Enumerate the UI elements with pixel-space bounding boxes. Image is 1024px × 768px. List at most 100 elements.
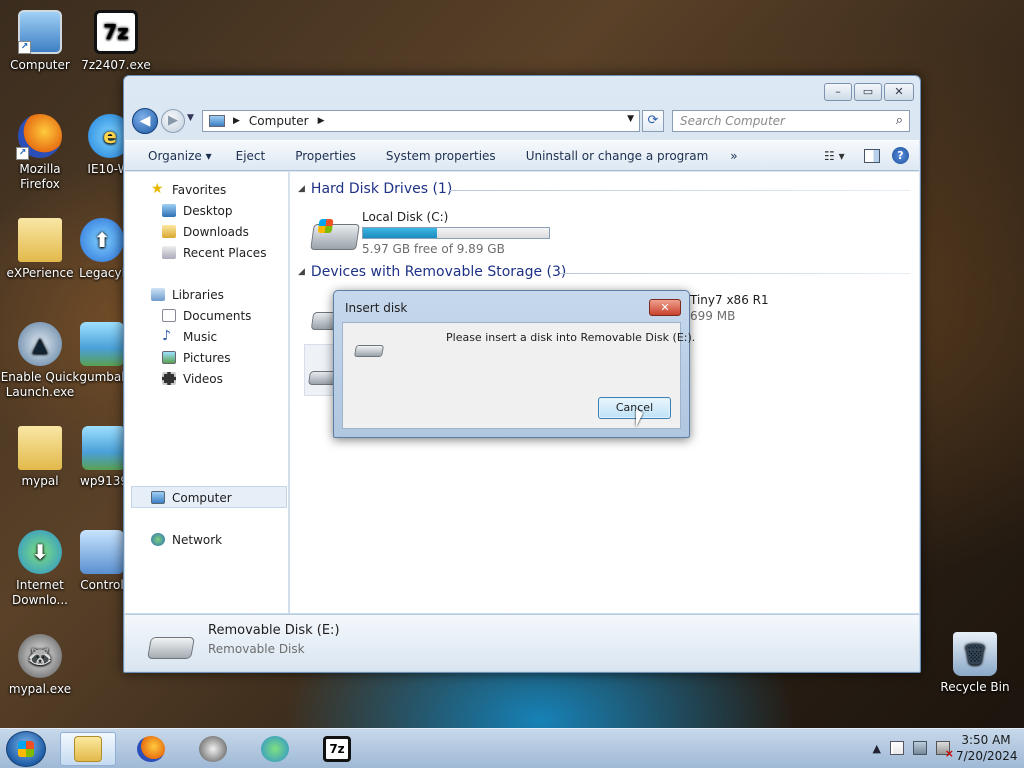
breadcrumb-computer[interactable]: Computer	[249, 114, 309, 128]
maximize-button[interactable]: ▭	[854, 83, 882, 101]
search-icon[interactable]: ⌕	[896, 113, 903, 128]
picture-icon	[82, 426, 126, 470]
computer-icon	[209, 115, 225, 127]
nav-pictures[interactable]: Pictures	[162, 348, 231, 367]
help-icon[interactable]: ?	[892, 147, 909, 164]
firefox-icon	[137, 736, 165, 762]
group-header-removable-storage[interactable]: ◢ Devices with Removable Storage (3)	[298, 264, 566, 280]
cancel-button[interactable]: Cancel	[598, 397, 671, 419]
raccoon-icon	[199, 736, 227, 762]
history-dropdown-icon[interactable]: ▼	[187, 113, 194, 123]
documents-icon	[162, 309, 176, 322]
dvd-drive-name[interactable]: Tiny7 x86 R1	[690, 293, 769, 307]
nav-videos[interactable]: Videos	[162, 369, 223, 388]
uninstall-program-button[interactable]: Uninstall or change a program	[508, 149, 721, 163]
raccoon-icon: 🦝	[18, 634, 62, 678]
organize-button[interactable]: Organize ▾	[125, 149, 224, 163]
back-arrow-icon[interactable]: ◀	[132, 108, 158, 134]
nav-recent-places[interactable]: Recent Places	[162, 243, 266, 262]
more-commands-button[interactable]: »	[720, 149, 749, 163]
dialog-body: Please insert a disk into Removable Disk…	[342, 322, 695, 429]
music-note-icon: ♪	[162, 328, 171, 344]
group-divider	[560, 273, 910, 274]
action-center-flag-icon[interactable]	[890, 741, 904, 755]
group-title: Devices with Removable Storage (3)	[310, 264, 567, 280]
nav-desktop[interactable]: Desktop	[162, 201, 233, 220]
nav-documents[interactable]: Documents	[162, 306, 251, 325]
desktop-icon-label: Computer	[10, 58, 70, 72]
system-properties-button[interactable]: System properties	[368, 149, 508, 163]
nav-favorites[interactable]: ★ Favorites	[151, 180, 226, 199]
disk-usage-bar	[362, 227, 550, 239]
desktop-icon-label: Recycle Bin	[940, 680, 1010, 694]
nav-label: Network	[172, 532, 223, 547]
control-panel-icon	[80, 530, 124, 574]
local-disk-icon[interactable]	[310, 219, 360, 250]
chevron-right-icon[interactable]: ▶	[233, 116, 240, 126]
taskbar-7zip[interactable]: 7z	[309, 732, 365, 766]
nav-label: Favorites	[172, 182, 227, 197]
desktop-icon-computer[interactable]: ↗ Computer	[0, 10, 80, 73]
taskbar-download-manager[interactable]	[247, 732, 303, 766]
group-header-hard-disk-drives[interactable]: ◢ Hard Disk Drives (1)	[298, 181, 452, 197]
removable-disk-icon	[147, 637, 195, 659]
downloads-folder-icon	[162, 225, 176, 238]
taskbar-firefox[interactable]	[123, 732, 179, 766]
network-status-icon[interactable]	[913, 741, 927, 755]
forward-arrow-icon[interactable]: ▶	[161, 109, 185, 133]
nav-music[interactable]: ♪ Music	[162, 327, 217, 346]
taskbar-explorer[interactable]	[60, 732, 116, 766]
desktop-icon-firefox[interactable]: ↗ Mozilla Firefox	[0, 114, 80, 192]
drive-free-space: 5.97 GB free of 9.89 GB	[362, 242, 505, 256]
7zip-icon: 7z	[94, 10, 138, 54]
dvd-drive-size: 699 MB	[690, 309, 736, 323]
nav-label: Recent Places	[183, 245, 267, 260]
clock-date: 7/20/2024	[956, 749, 1018, 763]
show-hidden-icons-icon[interactable]: ▲	[873, 742, 881, 755]
nav-network[interactable]: Network	[151, 530, 222, 549]
address-row: ◀ ▶ ▼ ▶ Computer ▶ ▼ ⟳ Search Computer ⌕	[130, 108, 914, 134]
collapse-triangle-icon[interactable]: ◢	[298, 184, 305, 194]
start-button[interactable]	[6, 731, 46, 767]
desktop-icon-recycle-bin[interactable]: 🗑 Recycle Bin	[935, 632, 1015, 695]
firefox-icon: ↗	[16, 114, 62, 160]
folder-icon	[74, 736, 102, 762]
desktop-icon-mypal-exe[interactable]: 🦝 mypal.exe	[0, 634, 80, 697]
refresh-icon[interactable]: ⟳	[642, 110, 664, 132]
chevron-down-icon[interactable]: ▼	[627, 114, 634, 124]
details-pane: Removable Disk (E:) Removable Disk	[125, 614, 919, 671]
chevron-right-icon[interactable]: ▶	[318, 116, 325, 126]
address-bar[interactable]: ▶ Computer ▶ ▼	[202, 110, 640, 132]
collapse-triangle-icon[interactable]: ◢	[298, 267, 305, 277]
computer-icon: ↗	[18, 10, 62, 54]
star-icon: ★	[151, 181, 164, 197]
nav-label: Documents	[183, 308, 252, 323]
desktop-icon-7zip[interactable]: 7z 7z2407.exe	[76, 10, 156, 73]
window-controls: – ▭ ✕	[824, 83, 914, 101]
nav-label: Downloads	[183, 224, 249, 239]
close-icon[interactable]: ✕	[649, 299, 681, 316]
7zip-icon: 7z	[323, 736, 351, 762]
search-input[interactable]: Search Computer ⌕	[672, 110, 910, 132]
nav-libraries[interactable]: Libraries	[151, 285, 224, 304]
nav-computer[interactable]: Computer	[151, 488, 232, 507]
navigation-pane: ★ Favorites Desktop Downloads Recent Pla…	[125, 172, 289, 613]
clock[interactable]: 3:50 AM 7/20/2024	[956, 732, 1018, 764]
taskbar-mypal[interactable]	[185, 732, 241, 766]
close-button[interactable]: ✕	[884, 83, 914, 101]
nav-downloads[interactable]: Downloads	[162, 222, 249, 241]
eject-button[interactable]: Eject	[224, 149, 278, 163]
search-placeholder: Search Computer	[680, 114, 785, 128]
change-view-icon[interactable]: ☷ ▾	[824, 149, 852, 163]
nav-label: Pictures	[183, 350, 231, 365]
nav-label: Music	[183, 329, 218, 344]
group-divider	[450, 190, 910, 191]
folder-icon	[18, 426, 62, 470]
nav-label: Libraries	[172, 287, 224, 302]
preview-pane-icon[interactable]	[864, 148, 880, 163]
properties-button[interactable]: Properties	[277, 149, 368, 163]
drive-name[interactable]: Local Disk (C:)	[362, 210, 448, 224]
minimize-button[interactable]: –	[824, 83, 852, 101]
removable-disk-icon	[353, 345, 385, 357]
volume-muted-icon[interactable]	[936, 741, 954, 760]
